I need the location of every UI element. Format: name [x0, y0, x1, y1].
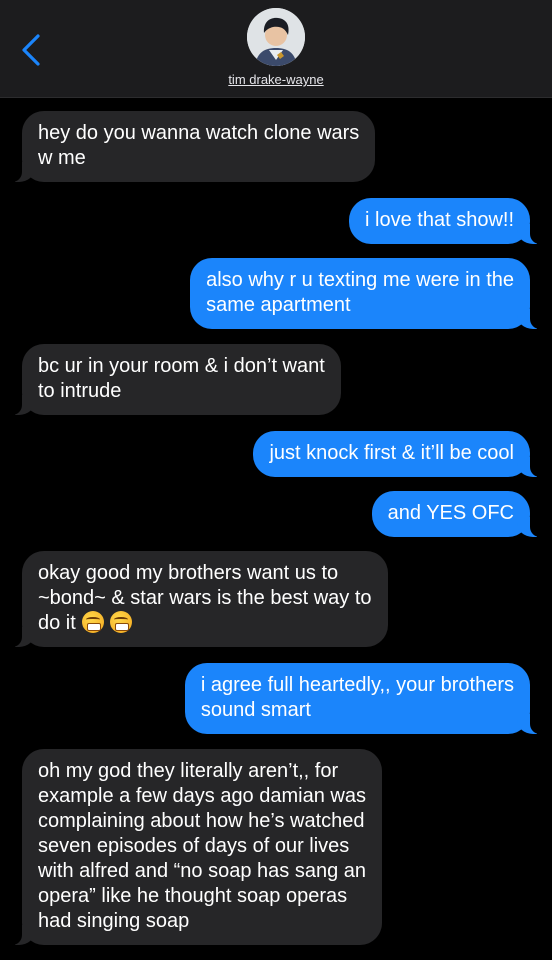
message-text: with alfred and “no soap has sang an: [38, 860, 366, 882]
message-bubble-sent[interactable]: i agree full heartedly,, your brothers s…: [184, 663, 552, 734]
message-thread[interactable]: hey do you wanna watch clone wars w me i…: [0, 97, 552, 960]
message-text: i agree full heartedly,, your brothers: [200, 674, 514, 696]
message-text: ~bond~ & star wars is the best way to: [38, 587, 372, 609]
back-button[interactable]: [14, 30, 50, 70]
message-bubble-received[interactable]: hey do you wanna watch clone wars w me: [0, 111, 376, 182]
message-text-last-line: do it: [38, 611, 372, 636]
message-bubble-sent[interactable]: and YES OFC: [371, 491, 552, 537]
message-text: same apartment: [206, 294, 351, 316]
message-bubble-sent[interactable]: i love that show!!: [349, 198, 552, 244]
steam-from-nose-emoji-icon: [109, 611, 132, 633]
steam-from-nose-emoji-icon: [81, 611, 104, 633]
message-text: opera” like he thought soap operas: [38, 885, 348, 907]
message-text: hey do you wanna watch clone wars: [38, 122, 360, 144]
conversation-header: tim drake-wayne: [0, 0, 552, 98]
message-bubble-received[interactable]: oh my god they literally aren’t,, for ex…: [0, 749, 382, 945]
message-text: had singing soap: [38, 910, 190, 932]
message-text: to intrude: [38, 380, 122, 402]
message-text: seven episodes of days of our lives: [38, 835, 350, 857]
chevron-left-icon: [22, 34, 40, 66]
contact-avatar[interactable]: [247, 8, 305, 66]
message-text: w me: [38, 147, 86, 169]
message-text: just knock first & it’ll be cool: [269, 442, 514, 464]
message-text: also why r u texting me were in the: [206, 269, 514, 291]
message-text: sound smart: [200, 699, 311, 721]
message-bubble-received[interactable]: bc ur in your room & i don’t want to int…: [0, 344, 341, 415]
message-text: complaining about how he’s watched: [38, 810, 365, 832]
message-text: and YES OFC: [387, 502, 514, 524]
message-bubble-sent[interactable]: just knock first & it’ll be cool: [253, 431, 552, 477]
message-bubble-received[interactable]: okay good my brothers want us to ~bond~ …: [0, 551, 388, 647]
contact-avatar-image: [247, 8, 305, 66]
message-text: example a few days ago damian was: [38, 785, 366, 807]
message-bubble-sent[interactable]: also why r u texting me were in the same…: [190, 258, 552, 329]
contact-name[interactable]: tim drake-wayne: [0, 72, 552, 87]
message-text: oh my god they literally aren’t,, for: [38, 760, 339, 782]
message-text: i love that show!!: [365, 209, 514, 231]
message-text: okay good my brothers want us to: [38, 562, 339, 584]
message-text: do it: [38, 612, 76, 634]
message-text: bc ur in your room & i don’t want: [38, 355, 325, 377]
